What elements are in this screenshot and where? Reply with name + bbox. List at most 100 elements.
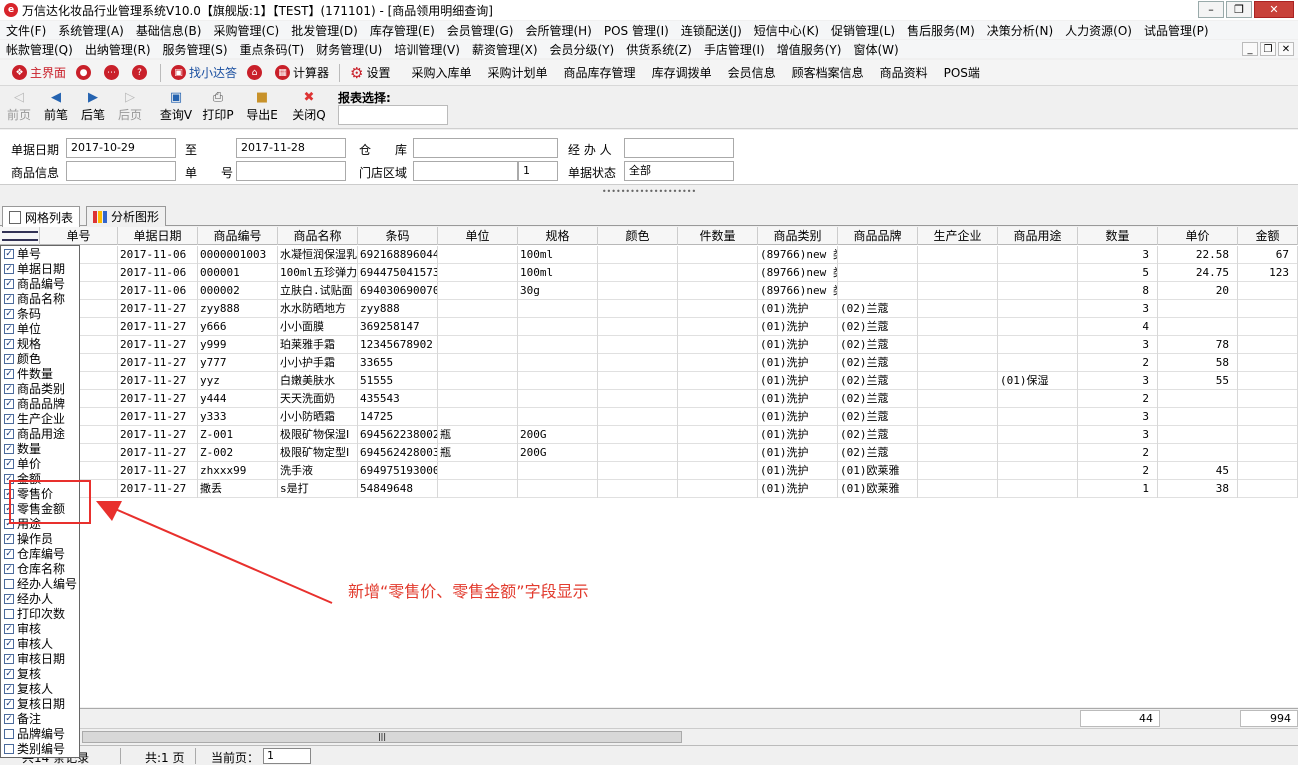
table-cell[interactable]: [1238, 390, 1298, 408]
table-cell[interactable]: (02)兰蔻: [838, 372, 918, 390]
checkbox-icon[interactable]: ✓: [4, 414, 14, 424]
table-cell[interactable]: [598, 462, 678, 480]
quick-link[interactable]: POS端: [944, 64, 980, 81]
table-cell[interactable]: 2017-11-27: [118, 480, 198, 498]
table-cell[interactable]: [1158, 444, 1238, 462]
scroll-thumb[interactable]: |||: [82, 731, 682, 743]
table-cell[interactable]: (01)洗护: [758, 354, 838, 372]
table-cell[interactable]: (02)兰蔻: [838, 426, 918, 444]
quick-link[interactable]: 采购入库单: [412, 64, 472, 81]
handler-input[interactable]: [624, 138, 734, 158]
table-cell[interactable]: [598, 372, 678, 390]
table-cell[interactable]: [598, 300, 678, 318]
table-cell[interactable]: [1238, 300, 1298, 318]
column-picker-handle[interactable]: [0, 227, 40, 245]
table-cell[interactable]: [838, 282, 918, 300]
table-cell[interactable]: 12345678902: [358, 336, 438, 354]
table-cell[interactable]: 200G: [518, 426, 598, 444]
checkbox-icon[interactable]: ✓: [4, 594, 14, 604]
checkbox-icon[interactable]: ✓: [4, 639, 14, 649]
menu-item[interactable]: 系统管理(A): [52, 22, 130, 39]
table-cell[interactable]: [438, 336, 518, 354]
column-header[interactable]: 单价: [1158, 227, 1238, 245]
table-cell[interactable]: zhxxx99: [198, 462, 278, 480]
table-cell[interactable]: (02)兰蔻: [838, 300, 918, 318]
checkbox-icon[interactable]: ✓: [4, 249, 14, 259]
table-cell[interactable]: 2017-11-27: [118, 372, 198, 390]
table-cell[interactable]: [438, 408, 518, 426]
prev-record-button[interactable]: ◀ 前笔: [37, 90, 75, 123]
column-option[interactable]: 打印次数: [1, 607, 79, 622]
menu-item[interactable]: 会员管理(G): [441, 22, 520, 39]
table-row[interactable]: 2017-11-06 000002 立肤白.试贴面 694030690070 30g (8…: [0, 282, 1298, 300]
table-cell[interactable]: [438, 372, 518, 390]
table-cell[interactable]: 1: [1078, 480, 1158, 498]
table-cell[interactable]: 立肤白.试贴面: [278, 282, 358, 300]
table-cell[interactable]: y333: [198, 408, 278, 426]
report-select-dropdown[interactable]: [338, 105, 448, 125]
menu-item[interactable]: 会员分级(Y): [544, 41, 621, 58]
table-cell[interactable]: 白嫩美肤水: [278, 372, 358, 390]
table-cell[interactable]: [1238, 444, 1298, 462]
table-cell[interactable]: y999: [198, 336, 278, 354]
table-cell[interactable]: [598, 282, 678, 300]
column-option[interactable]: ✓ 商品名称: [1, 292, 79, 307]
table-cell[interactable]: 38: [1158, 480, 1238, 498]
table-cell[interactable]: [1238, 462, 1298, 480]
menu-item[interactable]: 培训管理(V): [388, 41, 466, 58]
area-code-input[interactable]: 1: [518, 161, 558, 181]
table-row[interactable]: 000132017-11-27y777小小护手霜33655(01)洗护(02)兰…: [0, 354, 1298, 372]
table-row[interactable]: 000132017-11-27zhxxx99洗手液694975193000(01…: [0, 462, 1298, 480]
table-cell[interactable]: y777: [198, 354, 278, 372]
quick-link[interactable]: 采购计划单: [488, 64, 548, 81]
calculator-button[interactable]: ▦ 计算器: [275, 64, 329, 81]
table-cell[interactable]: 2017-11-27: [118, 390, 198, 408]
table-cell[interactable]: 51555: [358, 372, 438, 390]
table-cell[interactable]: 0000001003: [198, 246, 278, 264]
table-cell[interactable]: [518, 408, 598, 426]
menu-item[interactable]: 促销管理(L): [825, 22, 901, 39]
table-cell[interactable]: [438, 246, 518, 264]
table-cell[interactable]: (89766)new 类: [758, 246, 838, 264]
checkbox-icon[interactable]: ✓: [4, 324, 14, 334]
table-cell[interactable]: 694562238002: [358, 426, 438, 444]
table-cell[interactable]: [518, 480, 598, 498]
table-cell[interactable]: [438, 300, 518, 318]
table-cell[interactable]: 55: [1158, 372, 1238, 390]
checkbox-icon[interactable]: [4, 729, 14, 739]
table-cell[interactable]: 694475041573: [358, 264, 438, 282]
table-cell[interactable]: (01)洗护: [758, 462, 838, 480]
column-option[interactable]: ✓ 复核: [1, 667, 79, 682]
checkbox-icon[interactable]: [4, 609, 14, 619]
table-cell[interactable]: [1238, 372, 1298, 390]
menu-item[interactable]: 人力资源(O): [1059, 22, 1138, 39]
table-cell[interactable]: (02)兰蔻: [838, 318, 918, 336]
status-select[interactable]: 全部: [624, 161, 734, 181]
table-cell[interactable]: 435543: [358, 390, 438, 408]
table-cell[interactable]: 694030690070: [358, 282, 438, 300]
checkbox-icon[interactable]: ✓: [4, 714, 14, 724]
column-header[interactable]: 金额: [1238, 227, 1298, 245]
checkbox-icon[interactable]: [4, 744, 14, 754]
column-option[interactable]: ✓ 商品类别: [1, 382, 79, 397]
table-cell[interactable]: [918, 336, 998, 354]
table-cell[interactable]: (89766)new 类: [758, 264, 838, 282]
table-cell[interactable]: 200G: [518, 444, 598, 462]
table-cell[interactable]: [998, 336, 1078, 354]
table-cell[interactable]: zyy888: [358, 300, 438, 318]
column-option[interactable]: ✓ 商品用途: [1, 427, 79, 442]
table-cell[interactable]: [678, 282, 758, 300]
date-to-input[interactable]: 2017-11-28: [236, 138, 346, 158]
column-header[interactable]: 单号: [40, 227, 118, 245]
table-row[interactable]: 000132017-11-27y999珀莱雅手霜12345678902(01)洗…: [0, 336, 1298, 354]
table-cell[interactable]: 2017-11-06: [118, 264, 198, 282]
checkbox-icon[interactable]: ✓: [4, 264, 14, 274]
menu-item[interactable]: 连锁配送(J): [675, 22, 748, 39]
table-cell[interactable]: [598, 336, 678, 354]
column-header[interactable]: 商品用途: [998, 227, 1078, 245]
table-cell[interactable]: 58: [1158, 354, 1238, 372]
column-option[interactable]: ✓ 规格: [1, 337, 79, 352]
table-cell[interactable]: 2017-11-27: [118, 426, 198, 444]
table-cell[interactable]: 54849648: [358, 480, 438, 498]
lock-button[interactable]: ●: [76, 65, 94, 80]
